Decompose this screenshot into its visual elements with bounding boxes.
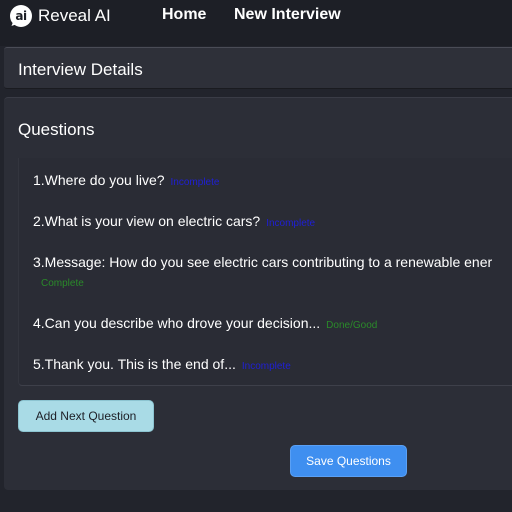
question-status: Done/Good: [326, 320, 378, 331]
nav-home-link[interactable]: Home: [162, 6, 206, 24]
question-status: Complete: [41, 278, 84, 289]
question-item[interactable]: 4.Can you describe who drove your decisi…: [33, 315, 377, 331]
brand[interactable]: ai Reveal AI: [10, 5, 111, 27]
question-item[interactable]: 5.Thank you. This is the end of... Incomp…: [33, 356, 291, 372]
questions-panel: Questions 1.Where do you live? Incomplete…: [4, 97, 512, 490]
question-text: 4.Can you describe who drove your decisi…: [33, 315, 321, 331]
question-status: Incomplete: [241, 361, 291, 372]
question-text: 5.Thank you. This is the end of...: [33, 356, 236, 372]
question-text: 1.Where do you live?: [33, 172, 165, 188]
question-item[interactable]: 3.Message: How do you see electric cars …: [33, 254, 492, 270]
nav-new-interview-link[interactable]: New Interview: [234, 6, 341, 24]
question-text: 3.Message: How do you see electric cars …: [33, 254, 493, 270]
question-item[interactable]: 2.What is your view on electric cars? Inc…: [33, 213, 315, 229]
app-name: Reveal AI: [38, 6, 111, 25]
top-navbar: ai Reveal AI Home New Interview: [0, 0, 512, 46]
interview-details-section[interactable]: Interview Details: [4, 47, 512, 89]
interview-details-title: Interview Details: [18, 60, 143, 79]
question-status: Incomplete: [170, 177, 220, 188]
question-item[interactable]: 1.Where do you live? Incomplete: [33, 172, 219, 188]
save-questions-button[interactable]: Save Questions: [290, 445, 407, 477]
question-status: Incomplete: [266, 218, 316, 229]
reveal-ai-logo-icon: ai: [10, 5, 32, 27]
logo-text: ai: [15, 8, 27, 23]
question-text: 2.What is your view on electric cars?: [33, 213, 261, 229]
questions-list: 1.Where do you live? Incomplete 2.What is…: [18, 158, 512, 386]
questions-heading: Questions: [18, 120, 95, 139]
add-next-question-button[interactable]: Add Next Question: [18, 400, 154, 432]
